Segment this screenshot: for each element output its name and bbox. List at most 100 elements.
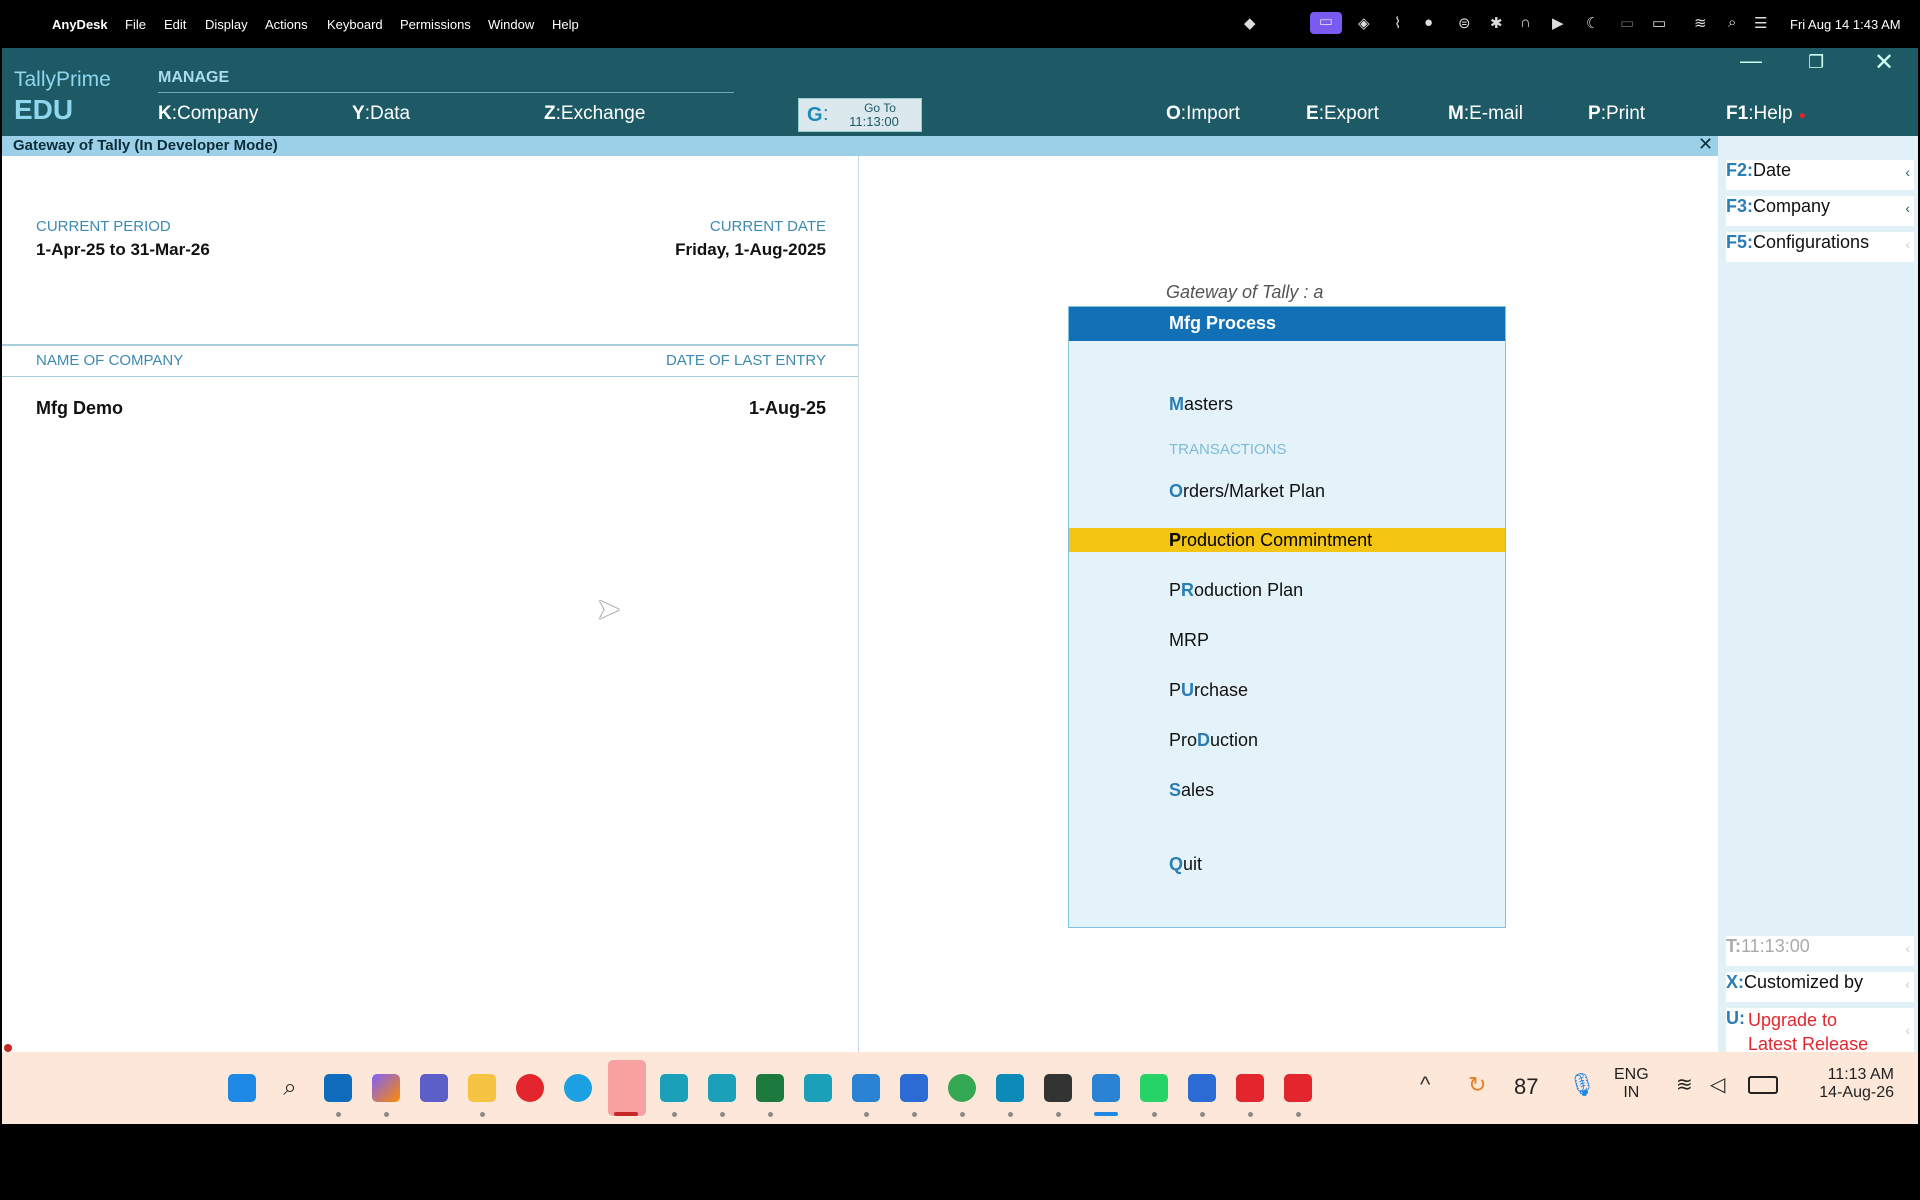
tally-window: TallyPrime EDU MANAGE K:Company Y:Data Z…	[2, 48, 1918, 1124]
menubar-edit[interactable]: Edit	[164, 17, 186, 32]
restore-icon[interactable]: ❐	[1808, 52, 1824, 73]
microphone-icon[interactable]: 🎙	[1568, 1072, 1596, 1098]
data-action[interactable]: Y:Data	[352, 103, 410, 125]
volume-icon[interactable]: ◁	[1710, 1072, 1725, 1097]
wifi-icon[interactable]: ≋	[1694, 14, 1707, 32]
last-entry-label: DATE OF LAST ENTRY	[665, 352, 826, 369]
menu-item-production-plan[interactable]: PRoduction Plan	[1169, 580, 1303, 601]
battery-icon[interactable]: ▭	[1652, 14, 1666, 32]
notepad-icon[interactable]	[996, 1074, 1024, 1102]
menu-item-orders[interactable]: Orders/Market Plan	[1169, 481, 1325, 502]
close-icon[interactable]: ✕	[1874, 48, 1894, 77]
menu-caption: Gateway of Tally : a	[1166, 282, 1324, 302]
app-icon[interactable]	[852, 1074, 880, 1102]
menubar-keyboard[interactable]: Keyboard	[327, 17, 383, 32]
app-icon[interactable]	[1188, 1074, 1216, 1102]
current-date-value[interactable]: Friday, 1-Aug-2025	[675, 240, 826, 260]
display-icon[interactable]: ▭	[1620, 14, 1634, 32]
whatsapp-icon[interactable]	[1140, 1074, 1168, 1102]
taskbar-badge[interactable]: 87	[1514, 1074, 1538, 1100]
export-action[interactable]: E:Export	[1306, 103, 1379, 125]
app-icon[interactable]	[708, 1074, 736, 1102]
app-icon[interactable]	[660, 1074, 688, 1102]
paperclip-icon[interactable]: ⌇	[1394, 14, 1401, 32]
menu-item-masters[interactable]: Masters	[1169, 394, 1233, 415]
teams-icon[interactable]	[420, 1074, 448, 1102]
app-icon[interactable]	[1284, 1074, 1312, 1102]
moon-icon[interactable]: ☾	[1586, 14, 1599, 32]
time-button[interactable]: T:11:13:00 ‹	[1726, 936, 1914, 966]
windows-taskbar: ⌕ ^ ↻ 87 🎙 ENG IN ≋ ◁ 11:13 AM 14-Aug-26	[2, 1052, 1918, 1124]
language-indicator[interactable]: ENG IN	[1614, 1066, 1649, 1102]
menu-title-bar: Mfg Process	[1069, 307, 1505, 341]
email-action[interactable]: M:E-mail	[1448, 103, 1523, 125]
tally-app-icon[interactable]	[608, 1060, 646, 1116]
screen-share-icon[interactable]: ▭	[1310, 12, 1342, 34]
import-action[interactable]: O:Import	[1166, 103, 1240, 125]
anydesk-icon[interactable]: ◆	[1244, 14, 1256, 32]
company-button[interactable]: F3:Company ‹	[1726, 196, 1914, 226]
chevron-up-icon[interactable]: ^	[1420, 1072, 1430, 1098]
outlook-icon[interactable]	[324, 1074, 352, 1102]
edge-icon[interactable]	[564, 1074, 592, 1102]
copilot-icon[interactable]	[372, 1074, 400, 1102]
menubar-help[interactable]: Help	[552, 17, 579, 32]
start-icon[interactable]	[228, 1074, 256, 1102]
menu-title: Mfg Process	[1169, 313, 1277, 333]
menubar-file[interactable]: File	[125, 17, 146, 32]
menubar-display[interactable]: Display	[205, 17, 248, 32]
company-name-label: NAME OF COMPANY	[36, 352, 184, 369]
control-center-icon[interactable]: ☰	[1754, 14, 1767, 32]
menubar-window[interactable]: Window	[488, 17, 534, 32]
wifi-icon[interactable]: ≋	[1676, 1072, 1693, 1097]
app-circle-icon[interactable]: ●	[1424, 14, 1433, 31]
right-button-panel: F2:Date ‹ F3:Company ‹ F5:Configurations ‹ …	[1718, 136, 1918, 1060]
terminal-icon[interactable]	[1044, 1074, 1072, 1102]
app-icon[interactable]	[900, 1074, 928, 1102]
chevron-left-icon: ‹	[1905, 236, 1910, 252]
gateway-close-icon[interactable]: ✕	[1698, 134, 1713, 155]
opera-icon[interactable]	[516, 1074, 544, 1102]
menu-item-production-commitment[interactable]: Production Commintment	[1069, 528, 1505, 552]
date-button[interactable]: F2:Date ‹	[1726, 160, 1914, 190]
customized-by-button[interactable]: X:Customized by ‹	[1726, 972, 1914, 1002]
menubar-app-name[interactable]: AnyDesk	[52, 17, 108, 32]
company-name[interactable]: Mfg Demo	[36, 398, 123, 419]
taskbar-clock[interactable]: 11:13 AM 14-Aug-26	[1802, 1066, 1894, 1102]
goto-button[interactable]: G: Go To 11:13:00	[798, 98, 922, 132]
menu-item-purchase[interactable]: PUrchase	[1169, 680, 1248, 701]
excel-icon[interactable]	[756, 1074, 784, 1102]
chrome-icon[interactable]	[948, 1074, 976, 1102]
search-icon[interactable]: ⌕	[1728, 14, 1736, 31]
current-period-value[interactable]: 1-Apr-25 to 31-Mar-26	[36, 240, 210, 260]
configurations-button[interactable]: F5:Configurations ‹	[1726, 232, 1914, 262]
menubar-clock[interactable]: Fri Aug 14 1:43 AM	[1790, 17, 1901, 32]
menu-item-quit[interactable]: Quit	[1169, 854, 1202, 875]
headphones-icon[interactable]: ∩	[1520, 14, 1531, 31]
help-action[interactable]: F1:Help ●	[1726, 103, 1806, 125]
app-icon[interactable]	[804, 1074, 832, 1102]
app-icon[interactable]	[1236, 1074, 1264, 1102]
chevron-left-icon: ‹	[1905, 976, 1910, 992]
stack-icon[interactable]: ⊜	[1458, 14, 1471, 32]
notification-dot-icon: ●	[1798, 108, 1806, 122]
bluetooth-icon[interactable]: ✱	[1490, 14, 1503, 32]
menu-item-production[interactable]: ProDuction	[1169, 730, 1258, 751]
company-action[interactable]: K:Company	[158, 103, 258, 125]
layers-icon[interactable]: ◈	[1358, 14, 1370, 32]
search-icon[interactable]: ⌕	[276, 1074, 304, 1102]
menubar-actions[interactable]: Actions	[265, 17, 308, 32]
print-action[interactable]: P:Print	[1588, 103, 1645, 125]
gateway-menu: Mfg Process Masters TRANSACTIONS Orders/…	[1068, 306, 1506, 928]
app-icon[interactable]	[1092, 1074, 1120, 1102]
play-icon[interactable]: ▶	[1552, 14, 1564, 32]
battery-icon[interactable]	[1748, 1076, 1778, 1094]
menu-item-sales[interactable]: Sales	[1169, 780, 1214, 801]
mouse-cursor-icon: ➤	[596, 593, 622, 626]
minimize-icon[interactable]: —	[1740, 48, 1762, 74]
menubar-permissions[interactable]: Permissions	[400, 17, 471, 32]
file-explorer-icon[interactable]	[468, 1074, 496, 1102]
menu-item-mrp[interactable]: MRP	[1169, 630, 1209, 651]
exchange-action[interactable]: Z:Exchange	[544, 103, 645, 125]
sync-icon[interactable]: ↻	[1468, 1072, 1486, 1098]
